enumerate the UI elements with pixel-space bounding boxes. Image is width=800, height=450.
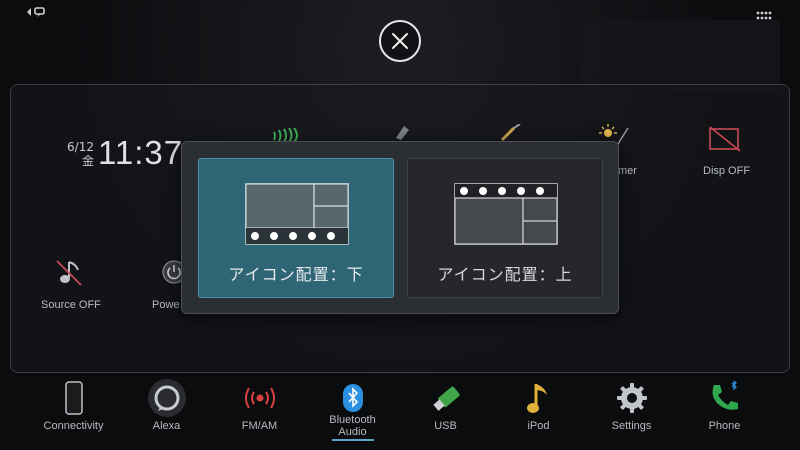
phone-device-icon [64,381,83,415]
dock-label: Phone [708,420,741,432]
display-off-icon[interactable] [708,126,742,152]
background-panel [580,20,780,90]
dock-item-alexa[interactable]: Alexa [120,374,213,450]
dock-item-usb[interactable]: USB [399,374,492,450]
source-off-icon[interactable] [54,258,84,288]
close-icon [392,33,408,49]
icon-layout-top-option[interactable]: アイコン配置：上 [407,158,603,298]
radio-icon [244,387,275,409]
date-text: 6/12 [67,140,94,154]
app-grid-button[interactable] [756,6,772,25]
cable-icon [500,124,521,142]
phone-icon [712,381,738,410]
clock-time: 11:37 [98,134,184,171]
dock-label: iPod [527,420,550,432]
back-control[interactable] [26,6,48,18]
layout-bottom-preview-icon [245,183,349,245]
bluetooth-icon [342,384,363,412]
dock-label: Connectivity [43,420,104,432]
device-icon [396,126,409,140]
music-note-icon [526,384,547,413]
icon-layout-dialog: アイコン配置：下 アイコン配置：上 [181,141,619,314]
dock-label: Bluetooth Audio [306,414,399,438]
dock-label: Settings [611,420,652,432]
icon-layout-bottom-option[interactable]: アイコン配置：下 [198,158,394,298]
grid-dots-icon [756,11,772,20]
power-label: Powe [152,299,180,311]
usb-icon [432,386,460,411]
close-button[interactable] [379,20,421,62]
icon-layout-bottom-label: アイコン配置：下 [228,265,364,284]
dock-label-line1: Bluetooth [329,414,376,426]
timer-tile-label: mer [618,165,637,177]
layout-top-preview-icon [454,183,558,245]
alexa-icon [147,379,186,417]
dock-item-settings[interactable]: Settings [585,374,678,450]
dock-item-ipod[interactable]: iPod [492,374,585,450]
back-chevron-icon [27,7,45,17]
dock-label: USB [434,420,457,432]
active-source-indicator [332,439,374,441]
date-display: 6/12 金 [62,140,94,168]
gear-icon [616,383,647,413]
dock-item-phone[interactable]: Phone [678,374,771,450]
dock-item-fm-am[interactable]: FM/AM [213,374,306,450]
source-off-label: Source OFF [41,299,101,311]
dock-label-line2: Audio [338,426,367,438]
signal-icon [273,128,298,142]
dock-label: FM/AM [241,420,278,432]
icon-layout-top-label: アイコン配置：上 [437,265,573,284]
dock-label: Alexa [152,420,181,432]
weekday-text: 金 [81,154,94,168]
app-dock: Connectivity Alexa FM/AM Bluetooth Audio [0,374,800,450]
dock-item-connectivity[interactable]: Connectivity [27,374,120,450]
disp-off-label: Disp OFF [703,165,751,177]
